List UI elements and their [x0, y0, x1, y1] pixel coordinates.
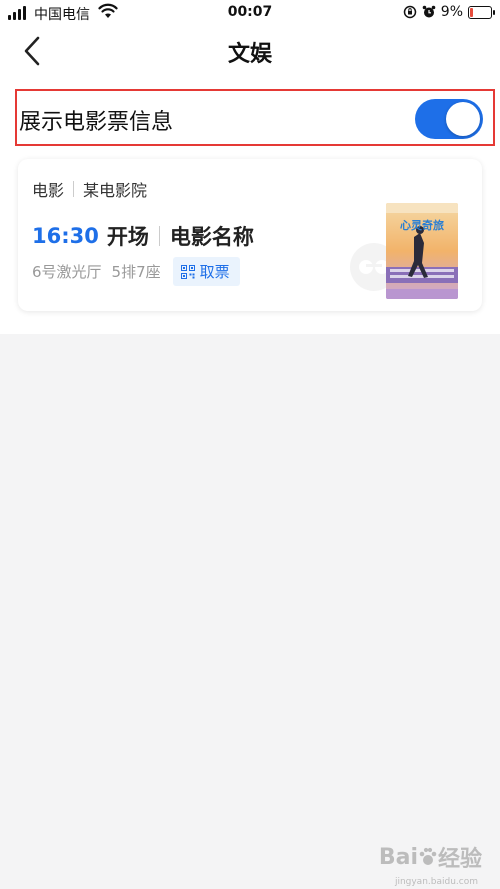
battery-percent: 9%: [440, 4, 463, 20]
showtime-row: 16:30 开场 电影名称: [32, 221, 254, 251]
battery-icon: [468, 5, 495, 19]
start-label: 开场: [106, 225, 149, 249]
alarm-icon: [422, 5, 436, 18]
show-ticket-toggle[interactable]: [415, 99, 483, 139]
status-right: 9%: [403, 4, 495, 20]
rotation-lock-icon: [403, 5, 417, 19]
status-bar: 中国电信 00:07 9%: [0, 0, 500, 26]
divider: [158, 226, 160, 246]
watermark-brand2: 经验: [437, 847, 482, 872]
qr-code-icon: [180, 264, 195, 279]
cinema-name: 某电影院: [83, 181, 148, 200]
movie-poster[interactable]: 心灵奇旅: [386, 203, 458, 299]
toggle-knob: [446, 102, 480, 136]
get-ticket-label: 取票: [199, 263, 230, 281]
divider: [73, 181, 75, 197]
poster-title: 心灵奇旅: [400, 218, 444, 232]
page-title: 文娱: [227, 42, 272, 67]
movie-name: 电影名称: [169, 225, 254, 249]
paw-icon: [419, 847, 437, 865]
setting-row-show-ticket: 展示电影票信息: [15, 89, 495, 146]
card-header: 电影 某电影院: [32, 177, 147, 201]
baidu-watermark: Bai 经验: [379, 841, 482, 873]
movie-ticket-card[interactable]: 电影 某电影院 16:30 开场 电影名称 6号激光厅 5排7座 取票 心灵奇旅: [18, 159, 482, 311]
seat-row: 6号激光厅 5排7座 取票: [32, 257, 240, 286]
seat-label: 5排7座: [111, 263, 161, 281]
watermark-brand: Bai: [378, 844, 418, 870]
get-ticket-button[interactable]: 取票: [172, 257, 240, 286]
watermark-url: jingyan.baidu.com: [394, 877, 478, 887]
hall-label: 6号激光厅: [32, 263, 102, 281]
setting-label: 展示电影票信息: [19, 110, 174, 135]
category-label: 电影: [32, 181, 65, 200]
show-time: 16:30: [32, 224, 99, 248]
